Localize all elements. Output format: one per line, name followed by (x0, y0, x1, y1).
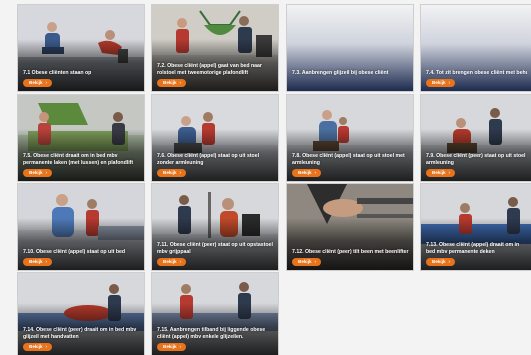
video-card-7-3[interactable]: 7.3. Aanbrengen glijzeil bij obese cliën… (287, 5, 413, 91)
video-card-7-8[interactable]: 7.8. Obese cliënt (appel) staat op uit s… (287, 95, 413, 181)
bekijk-button[interactable]: Bekijk › (157, 258, 187, 266)
bekijk-button[interactable]: Bekijk › (157, 169, 187, 177)
chevron-right-icon: › (448, 170, 451, 175)
card-title: 7.10. Obese cliënt (appel) staat op uit … (23, 248, 126, 255)
card-title: 7.14. Obese cliënt (peer) draait om in b… (23, 327, 137, 340)
card-title: 7.8. Obese cliënt (appel) staat op uit s… (292, 153, 405, 166)
video-card-7-1[interactable]: 7.1 Obese cliënten staan op Bekijk › (18, 5, 144, 91)
card-title: 7.13. Obese cliënt (appel) draait om in … (426, 242, 520, 255)
bekijk-button[interactable]: Bekijk › (23, 258, 53, 266)
bekijk-button[interactable]: Bekijk › (292, 258, 322, 266)
bekijk-button[interactable]: Bekijk › (23, 169, 53, 177)
bekijk-button[interactable]: Bekijk › (292, 169, 322, 177)
bekijk-button[interactable]: Bekijk › (426, 258, 456, 266)
bekijk-button[interactable]: Bekijk › (157, 343, 187, 351)
card-title: 7.5. Obese cliënt draait om in bed mbv p… (23, 153, 134, 166)
video-card-7-12[interactable]: 7.12. Obese cliënt (peer) tilt been met … (287, 184, 413, 270)
chevron-right-icon: › (448, 259, 451, 264)
video-card-7-2[interactable]: 7.2. Obese cliënt (appel) gaat van bed n… (152, 5, 278, 91)
card-title: 7.1 Obese cliënten staan op (23, 69, 92, 76)
chevron-right-icon: › (45, 344, 48, 349)
bekijk-button[interactable]: Bekijk › (23, 79, 53, 87)
card-title: 7.12. Obese cliënt (peer) tilt been met … (292, 248, 409, 255)
card-title: 7.2. Obese cliënt (appel) gaat van bed n… (157, 63, 262, 76)
chevron-right-icon: › (179, 80, 182, 85)
chevron-right-icon: › (45, 170, 48, 175)
card-title: 7.11. Obese cliënt (peer) staat op uit o… (157, 242, 273, 255)
chevron-right-icon: › (179, 344, 182, 349)
chevron-right-icon: › (314, 259, 317, 264)
chevron-right-icon: › (45, 259, 48, 264)
chevron-right-icon: › (179, 259, 182, 264)
card-title: 7.3. Aanbrengen glijzeil bij obese cliën… (292, 69, 389, 76)
bekijk-button[interactable]: Bekijk › (426, 169, 456, 177)
card-title: 7.6. Obese cliënt (appel) staat op uit s… (157, 153, 260, 166)
video-card-7-15[interactable]: 7.15. Aanbrengen tilband bij liggende ob… (152, 273, 278, 355)
chevron-right-icon: › (179, 170, 182, 175)
card-title: 7.4. Tot zit brengen obese cliënt met be… (426, 69, 527, 76)
card-title: 7.9. Obese cliënt (peer) staat op uit st… (426, 153, 526, 166)
video-card-7-6[interactable]: 7.6. Obese cliënt (appel) staat op uit s… (152, 95, 278, 181)
video-card-7-14[interactable]: 7.14. Obese cliënt (peer) draait om in b… (18, 273, 144, 355)
bekijk-button[interactable]: Bekijk › (157, 79, 187, 87)
video-card-7-11[interactable]: 7.11. Obese cliënt (peer) staat op uit o… (152, 184, 278, 270)
card-title: 7.15. Aanbrengen tilband bij liggende ob… (157, 327, 266, 340)
chevron-right-icon: › (314, 170, 317, 175)
video-grid: 7.1 Obese cliënten staan op Bekijk › 7.2… (0, 0, 531, 355)
video-card-7-10[interactable]: 7.10. Obese cliënt (appel) staat op uit … (18, 184, 144, 270)
chevron-right-icon: › (448, 80, 451, 85)
video-card-7-5[interactable]: 7.5. Obese cliënt draait om in bed mbv p… (18, 95, 144, 181)
video-card-7-4[interactable]: 7.4. Tot zit brengen obese cliënt met be… (421, 5, 531, 91)
bekijk-button[interactable]: Bekijk › (23, 343, 53, 351)
video-card-7-13[interactable]: 7.13. Obese cliënt (appel) draait om in … (421, 184, 531, 270)
chevron-right-icon: › (45, 80, 48, 85)
video-card-7-9[interactable]: 7.9. Obese cliënt (peer) staat op uit st… (421, 95, 531, 181)
bekijk-button[interactable]: Bekijk › (426, 79, 456, 87)
